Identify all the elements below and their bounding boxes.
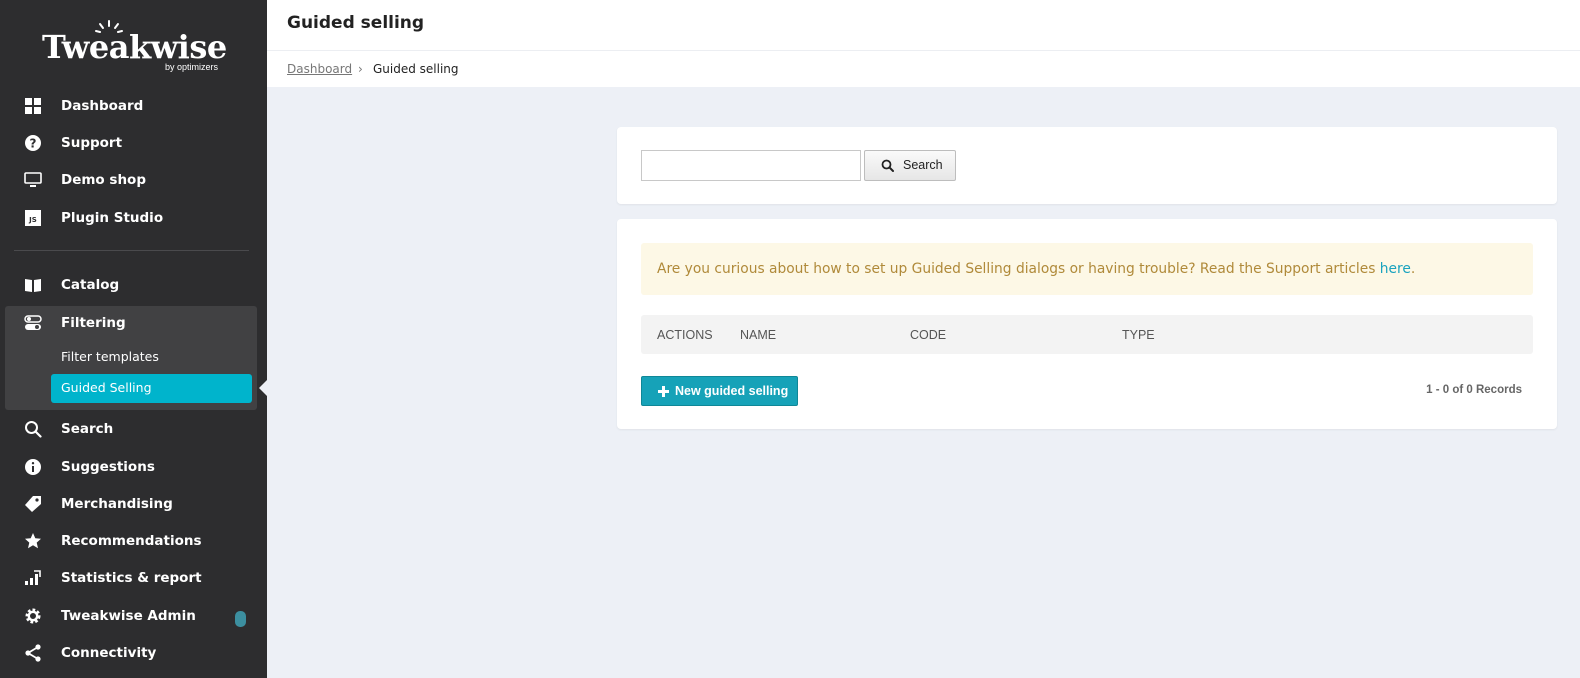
breadcrumb-current: Guided selling bbox=[373, 62, 459, 76]
sidebar-item-tweakwise-admin[interactable]: Tweakwise Admin bbox=[0, 601, 267, 631]
sidebar-item-filtering[interactable]: Filtering bbox=[0, 308, 267, 338]
page-header: Guided selling bbox=[267, 0, 1580, 51]
sidebar-item-search[interactable]: Search bbox=[0, 414, 267, 444]
brand-tagline: by optimizers bbox=[164, 62, 218, 72]
sidebar-subitem-guided-selling[interactable]: Guided Selling bbox=[51, 374, 252, 403]
sidebar-subitem-label: Guided Selling bbox=[61, 380, 152, 395]
table-header: ACTIONS NAME CODE TYPE bbox=[641, 315, 1533, 354]
sidebar-item-label: Support bbox=[61, 135, 123, 151]
info-circle-icon bbox=[24, 458, 42, 476]
notice-text: Are you curious about how to set up Guid… bbox=[657, 261, 1415, 277]
breadcrumb-separator: › bbox=[358, 62, 363, 76]
column-header-code[interactable]: CODE bbox=[910, 328, 946, 342]
svg-text:?: ? bbox=[30, 137, 37, 151]
search-icon bbox=[24, 420, 42, 438]
sidebar-item-suggestions[interactable]: Suggestions bbox=[0, 452, 267, 482]
sidebar: Tweakwise by optimizers Dashboard ? Supp… bbox=[0, 0, 267, 678]
monitor-icon bbox=[24, 171, 42, 189]
sidebar-item-recommendations[interactable]: Recommendations bbox=[0, 526, 267, 556]
column-header-actions: ACTIONS bbox=[657, 328, 713, 342]
sidebar-item-statistics[interactable]: Statistics & report bbox=[0, 563, 267, 593]
column-header-name[interactable]: NAME bbox=[740, 328, 776, 342]
grid-icon bbox=[24, 97, 42, 115]
star-icon bbox=[24, 532, 42, 550]
tag-icon bbox=[24, 495, 42, 513]
toggle-icon bbox=[24, 314, 42, 332]
notice-message: Are you curious about how to set up Guid… bbox=[657, 261, 1380, 277]
sidebar-divider bbox=[14, 250, 249, 251]
sidebar-item-dashboard[interactable]: Dashboard bbox=[0, 91, 267, 121]
sidebar-item-catalog[interactable]: Catalog bbox=[0, 270, 267, 300]
sidebar-subitem-filter-templates[interactable]: Filter templates bbox=[61, 349, 159, 364]
notice-suffix: . bbox=[1410, 261, 1416, 277]
search-card: Search bbox=[617, 127, 1557, 204]
sidebar-item-label: Demo shop bbox=[61, 172, 146, 188]
guided-selling-list-card: Are you curious about how to set up Guid… bbox=[617, 219, 1557, 429]
search-button-label: Search bbox=[903, 158, 943, 172]
sidebar-item-label: Catalog bbox=[61, 277, 120, 293]
sidebar-item-label: Suggestions bbox=[61, 459, 155, 475]
sidebar-item-label: Tweakwise Admin bbox=[61, 608, 196, 624]
search-button[interactable]: Search bbox=[864, 150, 956, 181]
sidebar-item-label: Dashboard bbox=[61, 98, 144, 114]
share-icon bbox=[24, 644, 42, 662]
bar-chart-icon bbox=[24, 569, 42, 587]
brand-name: Tweakwise bbox=[42, 28, 227, 66]
support-notice: Are you curious about how to set up Guid… bbox=[641, 243, 1533, 295]
sidebar-item-demo-shop[interactable]: Demo shop bbox=[0, 165, 267, 195]
sidebar-item-merchandising[interactable]: Merchandising bbox=[0, 489, 267, 519]
search-icon bbox=[881, 159, 894, 172]
sidebar-item-label: Plugin Studio bbox=[61, 210, 164, 226]
sidebar-item-label: Connectivity bbox=[61, 645, 157, 661]
active-pointer bbox=[259, 380, 267, 396]
question-circle-icon: ? bbox=[24, 134, 42, 152]
search-input[interactable] bbox=[641, 150, 861, 181]
sidebar-item-plugin-studio[interactable]: JS Plugin Studio bbox=[0, 203, 267, 233]
svg-text:JS: JS bbox=[28, 216, 37, 224]
book-icon bbox=[24, 276, 42, 294]
notice-support-link[interactable]: here bbox=[1380, 261, 1411, 277]
gear-icon bbox=[24, 607, 42, 625]
breadcrumb: Dashboard › Guided selling bbox=[267, 51, 1580, 87]
tweakwise-logo[interactable]: Tweakwise by optimizers bbox=[42, 20, 227, 74]
js-icon: JS bbox=[24, 209, 42, 227]
sidebar-item-label: Merchandising bbox=[61, 496, 173, 512]
column-header-type[interactable]: TYPE bbox=[1122, 328, 1155, 342]
sidebar-item-label: Statistics & report bbox=[61, 570, 202, 586]
records-count: 1 - 0 of 0 Records bbox=[1426, 384, 1522, 396]
plus-icon bbox=[658, 386, 669, 397]
sidebar-item-label: Search bbox=[61, 421, 114, 437]
breadcrumb-dashboard-link[interactable]: Dashboard bbox=[287, 62, 352, 76]
new-guided-selling-button[interactable]: New guided selling bbox=[641, 376, 798, 406]
sidebar-item-label: Filtering bbox=[61, 315, 126, 331]
new-guided-selling-label: New guided selling bbox=[675, 384, 789, 398]
admin-badge bbox=[235, 611, 246, 627]
sidebar-item-label: Recommendations bbox=[61, 533, 202, 549]
sidebar-item-connectivity[interactable]: Connectivity bbox=[0, 638, 267, 668]
sidebar-item-support[interactable]: ? Support bbox=[0, 128, 267, 158]
page-title: Guided selling bbox=[287, 13, 425, 33]
